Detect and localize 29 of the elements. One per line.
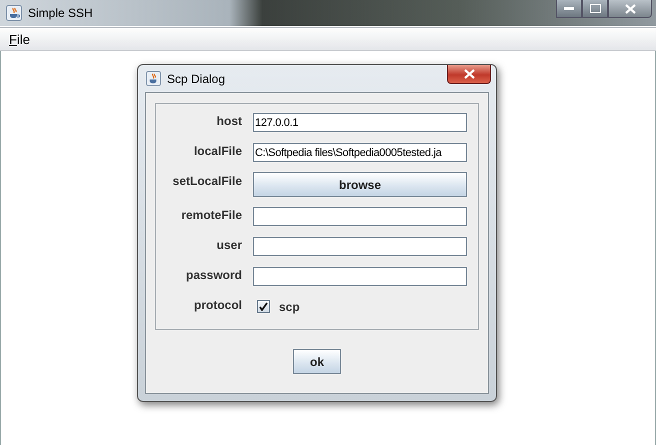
close-button[interactable] xyxy=(608,0,652,18)
input-field[interactable]: 127.0.0.1 xyxy=(253,113,467,132)
field-label: protocol xyxy=(193,297,242,312)
java-cup-icon xyxy=(146,71,161,86)
minimize-button[interactable] xyxy=(556,0,582,18)
close-icon xyxy=(464,69,474,79)
field-label: password xyxy=(184,267,242,282)
browse-button[interactable]: browse xyxy=(253,172,467,197)
field-label: localFile xyxy=(192,143,242,158)
input-field[interactable] xyxy=(253,237,467,256)
close-button[interactable] xyxy=(447,65,491,84)
minimize-icon xyxy=(564,6,574,10)
maximize-button[interactable] xyxy=(582,0,608,18)
field-label: host xyxy=(216,113,242,128)
ok-button[interactable]: ok xyxy=(293,349,341,374)
field-label: setLocalFile xyxy=(172,173,242,188)
maximize-icon xyxy=(590,4,600,13)
checkbox[interactable] xyxy=(257,300,270,313)
java-cup-icon xyxy=(6,5,22,21)
input-field[interactable] xyxy=(253,207,467,226)
menu-item[interactable]: File xyxy=(8,32,31,46)
close-icon xyxy=(624,4,636,14)
input-field[interactable]: C:\Softpedia files\Softpedia0005tested.ja xyxy=(253,143,467,162)
checkbox-label: scp xyxy=(279,300,300,314)
dialog-title: Scp Dialog xyxy=(167,72,226,86)
field-label: remoteFile xyxy=(180,207,242,222)
input-field[interactable] xyxy=(253,267,467,286)
field-label: user xyxy=(216,237,242,252)
window-title: Simple SSH xyxy=(28,6,94,20)
